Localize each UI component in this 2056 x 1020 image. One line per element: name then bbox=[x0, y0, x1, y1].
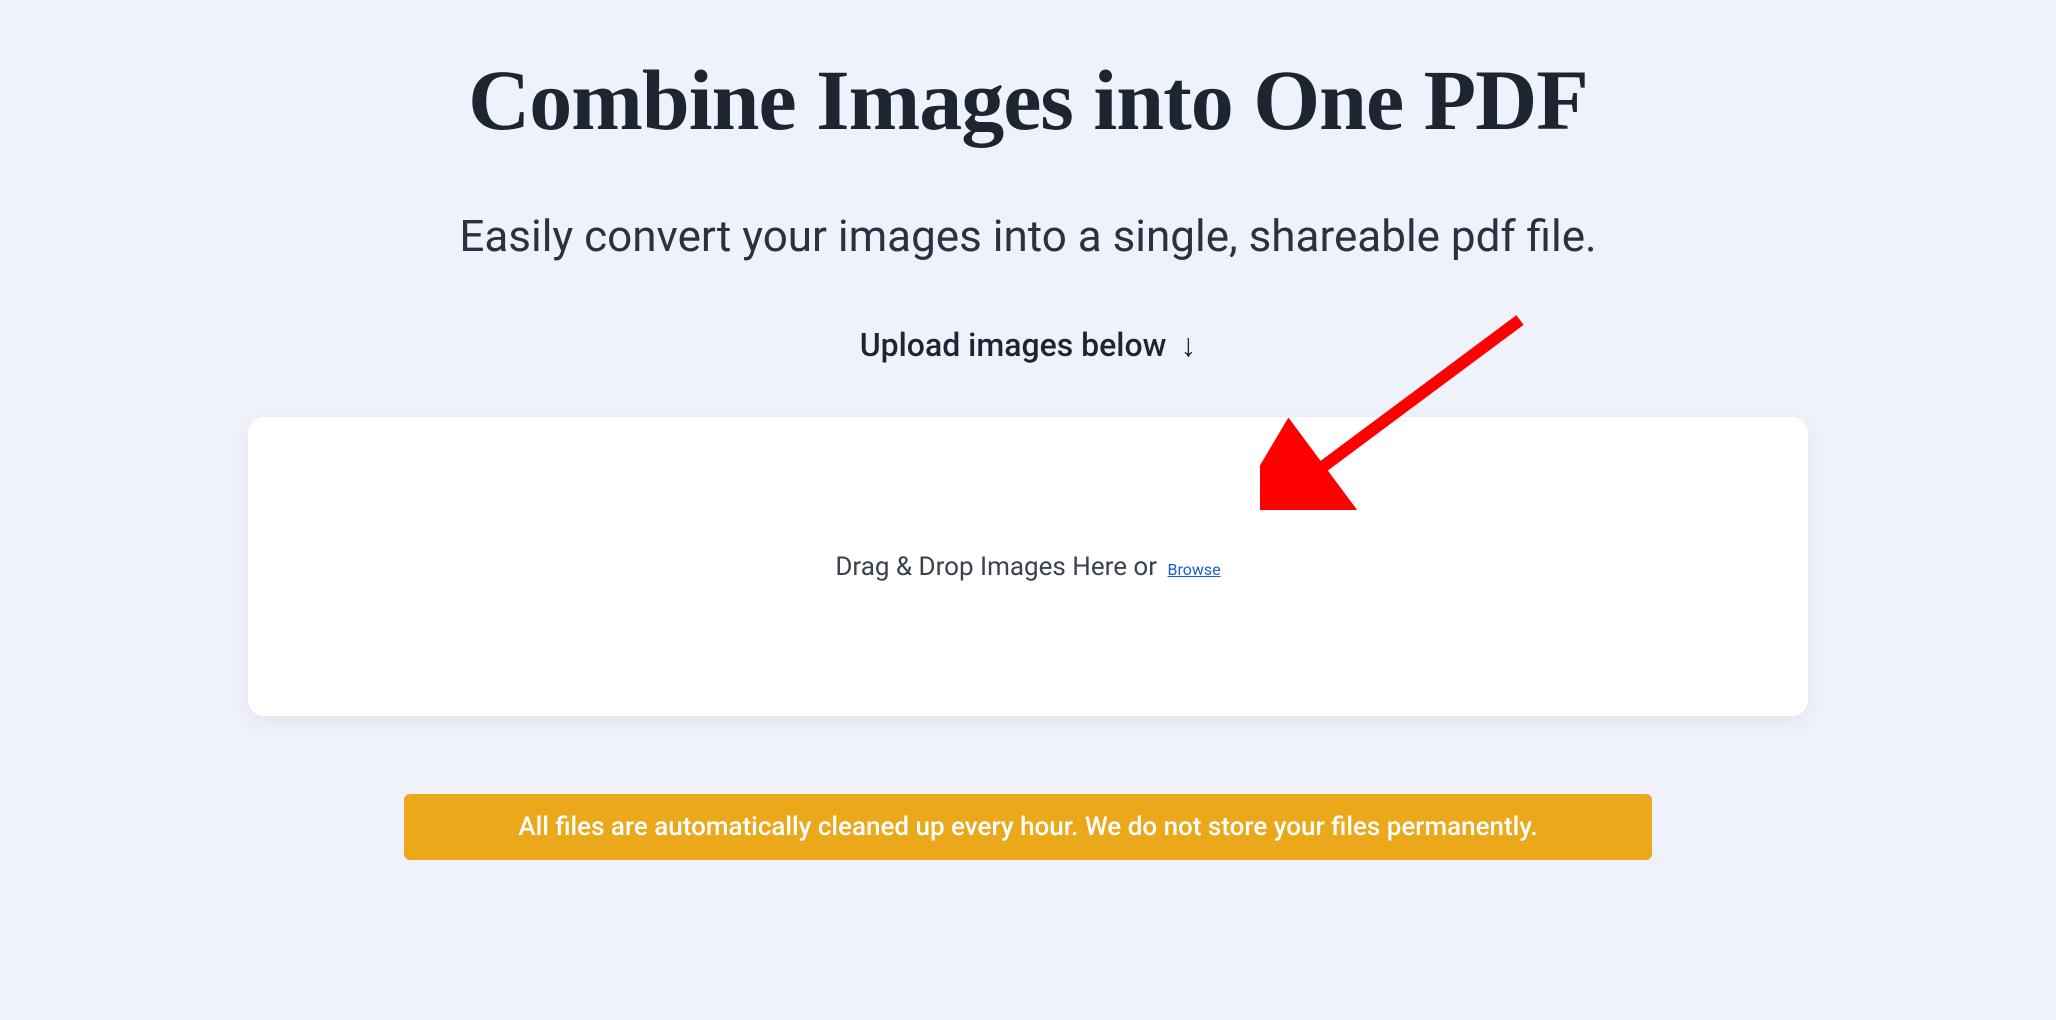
upload-instruction: Upload images below ↓ bbox=[860, 326, 1197, 364]
cleanup-notice-banner: All files are automatically cleaned up e… bbox=[404, 794, 1652, 860]
arrow-down-icon: ↓ bbox=[1180, 326, 1196, 364]
upload-instruction-text: Upload images below bbox=[860, 326, 1167, 364]
page-title: Combine Images into One PDF bbox=[468, 50, 1588, 150]
dropzone-content: Drag & Drop Images Here or Browse bbox=[835, 552, 1220, 582]
dropzone-text: Drag & Drop Images Here or bbox=[835, 552, 1163, 582]
image-dropzone[interactable]: Drag & Drop Images Here or Browse bbox=[248, 417, 1808, 716]
browse-link[interactable]: Browse bbox=[1168, 560, 1221, 579]
page-subtitle: Easily convert your images into a single… bbox=[459, 210, 1596, 262]
